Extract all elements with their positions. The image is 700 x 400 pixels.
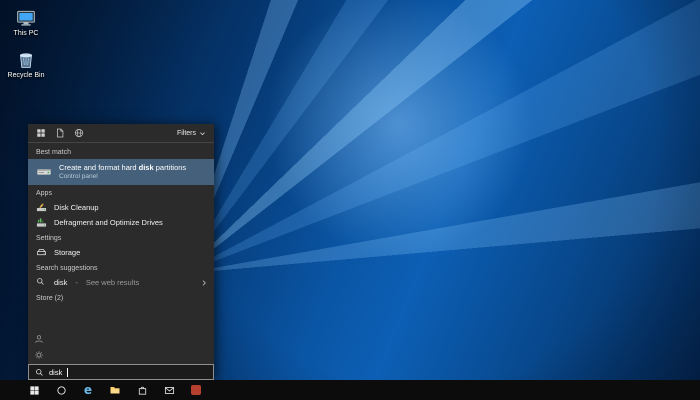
settings-gear-icon[interactable] (34, 350, 44, 360)
title-match: disk (138, 163, 154, 172)
desktop-icon-label: This PC (13, 30, 39, 37)
edge-icon: e (83, 383, 93, 397)
section-header-apps: Apps (36, 190, 52, 197)
section-header-settings: Settings (36, 235, 62, 242)
result-best-match[interactable]: Create and format hard disk partitions C… (28, 159, 214, 185)
cortana-circle-icon (56, 385, 66, 395)
best-match-title: Create and format hard disk partitions (59, 163, 186, 172)
this-pc-icon (17, 10, 35, 26)
search-icon (35, 368, 44, 377)
taskbar-app-button[interactable] (189, 383, 203, 397)
screen: This PC Recycle Bin Filters Best match C… (0, 0, 700, 400)
suggestion-web-search[interactable]: disk - See web results (28, 275, 214, 290)
search-input[interactable]: disk (28, 364, 214, 380)
result-disk-cleanup[interactable]: Disk Cleanup (28, 200, 214, 215)
store-bag-icon (138, 386, 146, 395)
result-label: Storage (54, 248, 81, 257)
suggestion-detail: See web results (85, 278, 140, 287)
storage-icon (36, 247, 47, 258)
filter-tab-web[interactable] (74, 128, 84, 138)
taskbar-edge-button[interactable]: e (81, 383, 95, 397)
suggestion-term: disk (54, 278, 68, 287)
section-header-search-suggestions: Search suggestions (36, 265, 98, 272)
mail-envelope-icon (164, 386, 174, 394)
text-caret (67, 367, 69, 377)
result-defragment[interactable]: Defragment and Optimize Drives (28, 215, 214, 230)
search-flyout: Filters Best match Create and format har… (28, 124, 214, 380)
chevron-right-icon (200, 279, 208, 287)
section-header-store: Store (2) (36, 295, 64, 302)
desktop-icon-recycle-bin[interactable]: Recycle Bin (4, 50, 48, 80)
user-icon[interactable] (34, 334, 44, 344)
taskbar-store-button[interactable] (135, 383, 149, 397)
title-prefix: Create and format hard (59, 163, 139, 172)
filters-label: Filters (176, 129, 196, 137)
recycle-bin-icon (19, 53, 33, 68)
suggestion-separator: - (75, 278, 78, 287)
defragment-icon (36, 217, 47, 228)
search-results: Best match Create and format hard disk p… (28, 143, 214, 364)
best-match-subtitle: Control panel (59, 173, 98, 180)
best-match-text: Create and format hard disk partitions C… (59, 163, 186, 181)
windows-logo-icon (29, 385, 39, 395)
start-button[interactable] (27, 383, 41, 397)
filter-tab-apps[interactable] (36, 128, 46, 138)
desktop-icon-this-pc[interactable]: This PC (4, 8, 48, 38)
section-header-best-match: Best match (36, 149, 72, 156)
filter-tab-documents[interactable] (55, 128, 65, 138)
search-icon (36, 277, 47, 288)
hard-disk-icon (37, 169, 51, 175)
result-label: Defragment and Optimize Drives (54, 218, 163, 227)
panel-rail (34, 334, 44, 360)
cortana-button[interactable] (54, 383, 68, 397)
search-query-text: disk (49, 367, 63, 377)
chevron-down-icon (200, 131, 205, 135)
documents-filter-icon (57, 128, 64, 138)
taskbar: e (0, 380, 700, 400)
folder-icon (110, 387, 120, 394)
filter-bar: Filters (28, 124, 214, 142)
title-suffix: partitions (153, 163, 187, 172)
taskbar-file-explorer-button[interactable] (108, 383, 122, 397)
desktop-icon-label: Recycle Bin (7, 72, 45, 79)
apps-filter-icon (37, 129, 45, 137)
web-filter-icon (74, 128, 84, 138)
disk-cleanup-icon (36, 202, 47, 213)
result-storage[interactable]: Storage (28, 245, 214, 260)
result-label: Disk Cleanup (54, 203, 99, 212)
taskbar-mail-button[interactable] (162, 383, 176, 397)
red-app-icon (191, 385, 201, 395)
filters-dropdown[interactable]: Filters (177, 130, 206, 137)
